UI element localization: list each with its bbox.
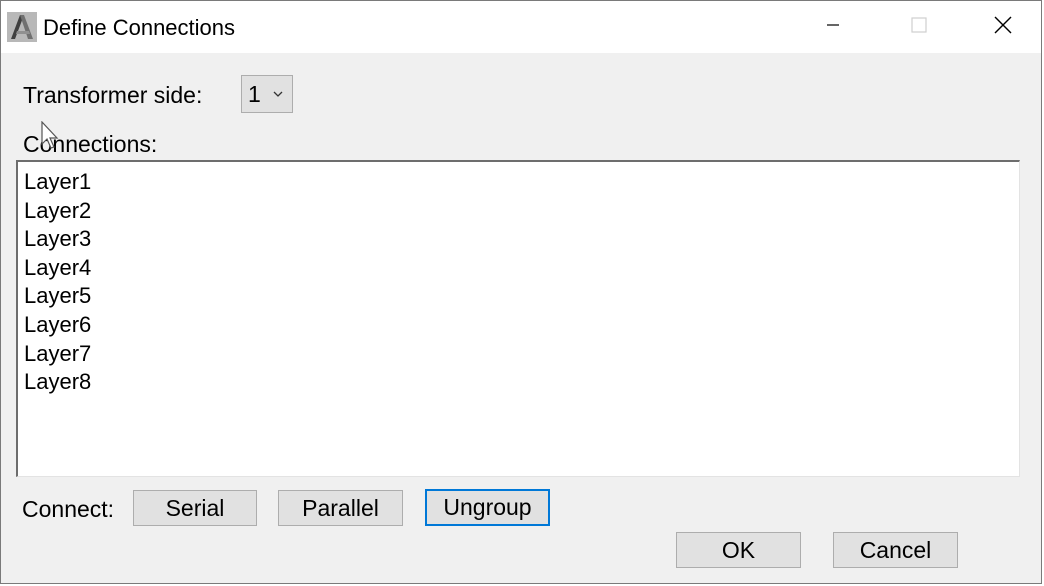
maximize-button[interactable] bbox=[877, 1, 961, 53]
connections-list: Layer1 Layer2 Layer3 Layer4 Layer5 Layer… bbox=[24, 168, 91, 397]
cancel-button[interactable]: Cancel bbox=[833, 532, 958, 568]
list-item[interactable]: Layer8 bbox=[24, 368, 91, 397]
transformer-side-label: Transformer side: bbox=[23, 82, 203, 108]
mouse-pointer-icon bbox=[41, 120, 63, 151]
close-icon bbox=[994, 16, 1012, 39]
list-item[interactable]: Layer7 bbox=[24, 340, 91, 369]
minimize-button[interactable] bbox=[791, 1, 875, 53]
list-item[interactable]: Layer6 bbox=[24, 311, 91, 340]
title-bar[interactable]: Define Connections bbox=[1, 1, 1041, 53]
chevron-down-icon bbox=[272, 87, 284, 105]
list-item[interactable]: Layer5 bbox=[24, 282, 91, 311]
minimize-icon bbox=[826, 18, 840, 37]
serial-button[interactable]: Serial bbox=[133, 490, 257, 526]
parallel-button[interactable]: Parallel bbox=[278, 490, 403, 526]
transformer-side-value: 1 bbox=[248, 81, 261, 107]
connect-label: Connect: bbox=[22, 496, 115, 522]
app-logo-icon bbox=[7, 12, 37, 42]
close-button[interactable] bbox=[961, 1, 1044, 53]
list-item[interactable]: Layer4 bbox=[24, 254, 91, 283]
list-item[interactable]: Layer2 bbox=[24, 197, 91, 226]
maximize-icon bbox=[911, 16, 927, 38]
connections-listbox[interactable]: Layer1 Layer2 Layer3 Layer4 Layer5 Layer… bbox=[16, 160, 1020, 477]
ungroup-button[interactable]: Ungroup bbox=[425, 489, 550, 526]
define-connections-dialog: Define Connections Transformer side: 1 C… bbox=[0, 0, 1042, 584]
ok-button[interactable]: OK bbox=[676, 532, 801, 568]
list-item[interactable]: Layer1 bbox=[24, 168, 91, 197]
window-title: Define Connections bbox=[43, 15, 236, 40]
transformer-side-select[interactable]: 1 bbox=[241, 75, 293, 113]
list-item[interactable]: Layer3 bbox=[24, 225, 91, 254]
